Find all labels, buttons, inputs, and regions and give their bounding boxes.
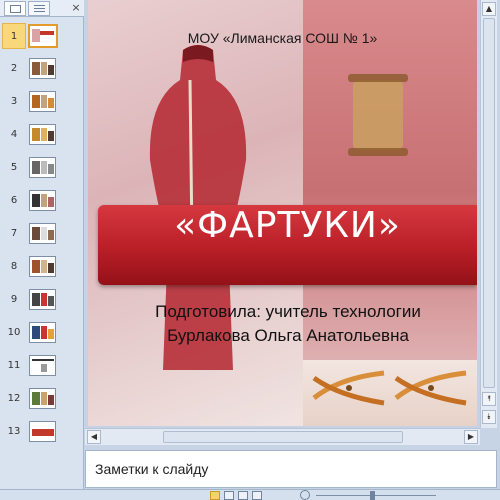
slide-preview — [29, 190, 56, 211]
next-slide-button[interactable]: ⯯ — [482, 410, 496, 424]
slide-preview — [29, 322, 56, 343]
slide-thumbnail-2[interactable]: 2 — [0, 54, 84, 87]
slide-preview — [29, 91, 56, 112]
slide-thumbnail-4[interactable]: 4 — [0, 120, 84, 153]
slide-title[interactable]: «ФАРТУКИ» — [98, 205, 477, 285]
notes-placeholder[interactable]: Заметки к слайду — [95, 461, 208, 477]
slide-thumbnail-11[interactable]: 11 — [0, 351, 84, 384]
vertical-scrollbar[interactable]: ▲ ⯭ ⯯ — [480, 0, 497, 428]
scissors-icon — [312, 370, 385, 406]
title-banner: «ФАРТУКИ» — [98, 205, 477, 285]
slide-number: 8 — [10, 261, 18, 272]
slide-number: 5 — [10, 162, 18, 173]
slide-thumbnail-3[interactable]: 3 — [0, 87, 84, 120]
subtitle-line-1: Подготовила: учитель технологии — [155, 302, 421, 321]
slide-editing-area: МОУ «Лиманская СОШ № 1» «ФАРТУКИ» Подгот… — [85, 0, 480, 428]
slide-thumbnail-pane: × 1 2 3 4 5 6 7 8 9 10 11 12 13 — [0, 0, 84, 489]
school-name[interactable]: МОУ «Лиманская СОШ № 1» — [88, 30, 477, 46]
slide-number: 10 — [7, 327, 21, 338]
pane-tabs: × — [0, 0, 84, 17]
slideshow-icon[interactable] — [252, 491, 262, 500]
slide-thumbnail-13[interactable]: 13 — [0, 417, 84, 450]
zoom-slider-knob[interactable] — [370, 491, 375, 500]
slide-number: 7 — [10, 228, 18, 239]
reading-view-icon[interactable] — [238, 491, 248, 500]
slide-number: 6 — [10, 195, 18, 206]
scroll-left-button[interactable]: ◀ — [87, 430, 101, 444]
slide-number: 3 — [10, 96, 18, 107]
slide-preview — [29, 421, 56, 442]
status-bar — [0, 489, 500, 500]
slide-sorter-icon[interactable] — [224, 491, 234, 500]
scissors-ornament — [303, 360, 477, 426]
slide-preview — [29, 157, 56, 178]
slide-thumbnail-1[interactable]: 1 — [0, 21, 84, 54]
slide-preview — [29, 355, 56, 376]
slide-preview — [29, 223, 56, 244]
slide-thumbnail-8[interactable]: 8 — [0, 252, 84, 285]
slide-preview — [29, 289, 56, 310]
slide-number: 13 — [7, 426, 21, 437]
current-slide[interactable]: МОУ «Лиманская СОШ № 1» «ФАРТУКИ» Подгот… — [88, 0, 477, 426]
slide-number: 4 — [10, 129, 18, 140]
slide-thumbnail-9[interactable]: 9 — [0, 285, 84, 318]
slide-thumbnail-12[interactable]: 12 — [0, 384, 84, 417]
close-icon[interactable]: × — [70, 1, 82, 15]
notes-pane[interactable]: Заметки к слайду — [85, 450, 497, 488]
tab-slides[interactable] — [4, 1, 26, 16]
previous-slide-button[interactable]: ⯭ — [482, 392, 496, 406]
zoom-out-icon[interactable] — [300, 490, 310, 500]
scroll-up-button[interactable]: ▲ — [482, 2, 496, 16]
slide-preview — [29, 388, 56, 409]
slide-thumbnail-6[interactable]: 6 — [0, 186, 84, 219]
slide-preview — [28, 24, 58, 48]
slide-number: 11 — [7, 360, 21, 371]
scissors-icon — [394, 370, 467, 406]
scroll-right-button[interactable]: ▶ — [464, 430, 478, 444]
slide-thumbnail-10[interactable]: 10 — [0, 318, 84, 351]
outline-tab-icon — [34, 5, 45, 13]
slide-thumbnail-5[interactable]: 5 — [0, 153, 84, 186]
slide-preview — [29, 58, 56, 79]
normal-view-icon[interactable] — [210, 491, 220, 500]
subtitle-line-2: Бурлакова Ольга Анатольевна — [167, 326, 409, 345]
slides-tab-icon — [10, 5, 21, 13]
slide-thumbnail-7[interactable]: 7 — [0, 219, 84, 252]
thumbnail-list: 1 2 3 4 5 6 7 8 9 10 11 12 13 — [0, 21, 84, 450]
scroll-thumb[interactable] — [483, 18, 495, 388]
slide-number: 12 — [7, 393, 21, 404]
slide-subtitle[interactable]: Подготовила: учитель технологии Бурлаков… — [128, 300, 448, 348]
slide-number: 9 — [10, 294, 18, 305]
tab-outline[interactable] — [28, 1, 50, 16]
slide-number: 1 — [2, 23, 26, 49]
horizontal-scroll-thumb[interactable] — [163, 431, 403, 443]
slide-number: 2 — [10, 63, 18, 74]
slide-preview — [29, 124, 56, 145]
horizontal-scrollbar[interactable]: ◀ ▶ — [85, 428, 480, 445]
thread-spool-image — [348, 74, 408, 156]
slide-preview — [29, 256, 56, 277]
zoom-slider[interactable] — [316, 495, 436, 496]
